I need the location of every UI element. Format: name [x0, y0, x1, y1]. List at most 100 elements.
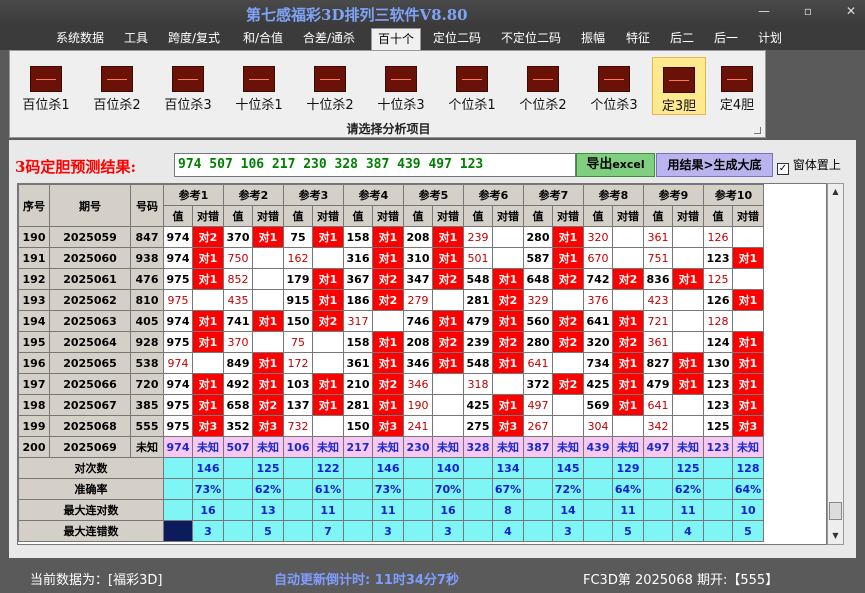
match-cell: 对1 [612, 373, 644, 395]
vertical-scrollbar[interactable]: ▲ ▼ [827, 183, 844, 545]
menu-nonpos-two[interactable]: 不定位二码 [501, 30, 561, 49]
ref-header[interactable]: 参考5 [403, 184, 464, 206]
ribbon-button-units-kill-2[interactable]: 个位杀2 [513, 57, 573, 115]
match-cell [552, 289, 584, 311]
match-cell: 对3 [492, 415, 524, 437]
menu-tools[interactable]: 工具 [124, 30, 148, 49]
ref-header[interactable]: 参考2 [223, 184, 284, 206]
period-header[interactable]: 期号 [49, 184, 131, 227]
table-row[interactable]: 197 2025066 720 974 对1 492 对1 103 对1 210 对2 346 318 3… [18, 373, 764, 395]
match-cell: 对1 [192, 247, 224, 269]
ref-header[interactable]: 参考8 [583, 184, 644, 206]
value-cell: 304 [583, 415, 613, 437]
stat-value: 73% [192, 478, 224, 500]
table-row[interactable]: 190 2025059 847 974 对2 370 对1 75 对1 158 对1 208 对1 239… [18, 226, 764, 248]
ribbon-button-fix-3[interactable]: 定3胆 [652, 57, 706, 115]
match-cell: 对1 [612, 352, 644, 374]
match-cell: 对1 [312, 268, 344, 290]
export-excel-button[interactable]: 导出excel [576, 153, 655, 177]
ribbon-button-fix-4[interactable]: 定4胆 [710, 57, 764, 115]
minimize-icon[interactable]: — [751, 2, 777, 20]
ribbon-button-tens-kill-2[interactable]: 十位杀2 [300, 57, 360, 115]
seq-cell: 198 [18, 394, 50, 416]
menu-pos-two[interactable]: 定位二码 [433, 30, 481, 49]
stat-spacer [163, 520, 193, 542]
value-cell: 746 [403, 310, 433, 332]
table-row[interactable]: 199 2025068 555 975 对3 352 对3 732 150 对3 241 275 对3 2… [18, 415, 764, 437]
menu-plan[interactable]: 计划 [758, 30, 782, 49]
table-row[interactable]: 192 2025061 476 975 对1 852 179 对1 367 对2 347 对2 548 对… [18, 268, 764, 290]
ribbon-button-hundreds-kill-2[interactable]: 百位杀2 [87, 57, 147, 115]
match-cell: 对1 [312, 394, 344, 416]
table-row[interactable]: 191 2025060 938 974 对1 750 162 316 对1 310 对1 501 587… [18, 247, 764, 269]
match-cell: 对1 [312, 373, 344, 395]
table-row[interactable]: 198 2025067 385 975 对1 658 对2 137 对1 281 对1 190 425 对… [18, 394, 764, 416]
ref-header[interactable]: 参考1 [163, 184, 224, 206]
generate-base-button[interactable]: 用结果>生成大底 [656, 153, 773, 177]
stat-value: 11 [372, 499, 404, 521]
ribbon-button-units-kill-1[interactable]: 个位杀1 [442, 57, 502, 115]
table-row[interactable]: 195 2025064 928 975 对1 370 75 158 对1 208 对2 239 对2 28… [18, 331, 764, 353]
window-on-top-checkbox[interactable]: ✓ 窗体置上 [777, 156, 841, 175]
stat-spacer [643, 478, 673, 500]
ref-header[interactable]: 参考3 [283, 184, 344, 206]
table-row[interactable]: 193 2025062 810 975 435 915 对1 186 对2 279 281 对2 329… [18, 289, 764, 311]
ribbon-button-hundreds-kill-1[interactable]: 百位杀1 [16, 57, 76, 115]
table-row[interactable]: 194 2025063 405 974 对1 741 对1 150 对2 317 746 对1 479 对… [18, 310, 764, 332]
menu-diff[interactable]: 合差/通杀 [303, 30, 355, 49]
checkmark-icon[interactable]: ✓ [777, 163, 789, 175]
match-subheader: 对错 [372, 205, 404, 227]
value-cell: 75 [283, 226, 313, 248]
prediction-result-field[interactable]: 974 507 106 217 230 328 387 439 497 123 [174, 153, 576, 177]
match-cell [432, 373, 464, 395]
stat-spacer [523, 520, 553, 542]
ref-header[interactable]: 参考9 [643, 184, 704, 206]
ribbon-button-tens-kill-3[interactable]: 十位杀3 [371, 57, 431, 115]
value-cell: 342 [643, 415, 673, 437]
value-cell: 751 [643, 247, 673, 269]
ref-header[interactable]: 参考6 [463, 184, 524, 206]
pending-row[interactable]: 200 2025069 未知 974 未知 507 未知 106 未知 217 未知 230 未知 328… [18, 436, 764, 458]
stat-value: 4 [672, 520, 704, 542]
match-cell [432, 289, 464, 311]
value-cell: 425 [463, 394, 493, 416]
ref-header[interactable]: 参考10 [703, 184, 764, 206]
menu-sum[interactable]: 和/合值 [243, 30, 283, 49]
value-cell: 370 [223, 331, 253, 353]
value-cell: 587 [523, 247, 553, 269]
seq-header[interactable]: 序号 [18, 184, 50, 227]
close-icon[interactable]: ✕ [838, 2, 864, 20]
table-row[interactable]: 196 2025065 538 974 849 对1 172 361 对1 346 对1 548 对1 6… [18, 352, 764, 374]
scroll-up-icon[interactable]: ▲ [828, 184, 843, 200]
ribbon-button-units-kill-3[interactable]: 个位杀3 [584, 57, 644, 115]
ribbon-expand-icon[interactable] [754, 127, 761, 134]
ref-header[interactable]: 参考4 [343, 184, 404, 206]
maximize-icon[interactable]: ▫ [795, 2, 821, 20]
ribbon-button-hundreds-kill-3[interactable]: 百位杀3 [158, 57, 218, 115]
menu-system-data[interactable]: 系统数据 [56, 30, 104, 49]
ref-header[interactable]: 参考7 [523, 184, 584, 206]
menu-last-one[interactable]: 后一 [714, 30, 738, 49]
value-cell: 827 [643, 352, 673, 374]
number-header[interactable]: 号码 [130, 184, 164, 227]
ribbon-button-tens-kill-1[interactable]: 十位杀1 [229, 57, 289, 115]
value-cell: 130 [703, 352, 733, 374]
value-cell: 279 [403, 289, 433, 311]
match-subheader: 对错 [252, 205, 284, 227]
menu-span[interactable]: 跨度/复式 [168, 30, 220, 49]
menu-amplitude[interactable]: 振幅 [581, 30, 605, 49]
stat-value: 140 [432, 457, 464, 479]
match-cell: 对1 [252, 373, 284, 395]
menu-feature[interactable]: 特征 [626, 30, 650, 49]
value-cell: 125 [703, 415, 733, 437]
stat-spacer [703, 499, 733, 521]
scrollbar-thumb[interactable] [829, 502, 842, 520]
menu-bar: 系统数据 工具 跨度/复式 和/合值 合差/通杀 百十个 定位二码 不定位二码 … [0, 27, 865, 50]
match-cell: 对1 [312, 289, 344, 311]
menu-position[interactable]: 百十个 [371, 28, 422, 50]
menu-last-two[interactable]: 后二 [670, 30, 694, 49]
stat-spacer [283, 520, 313, 542]
value-cell: 275 [463, 415, 493, 437]
stat-spacer [703, 520, 733, 542]
scroll-down-icon[interactable]: ▼ [828, 528, 843, 544]
